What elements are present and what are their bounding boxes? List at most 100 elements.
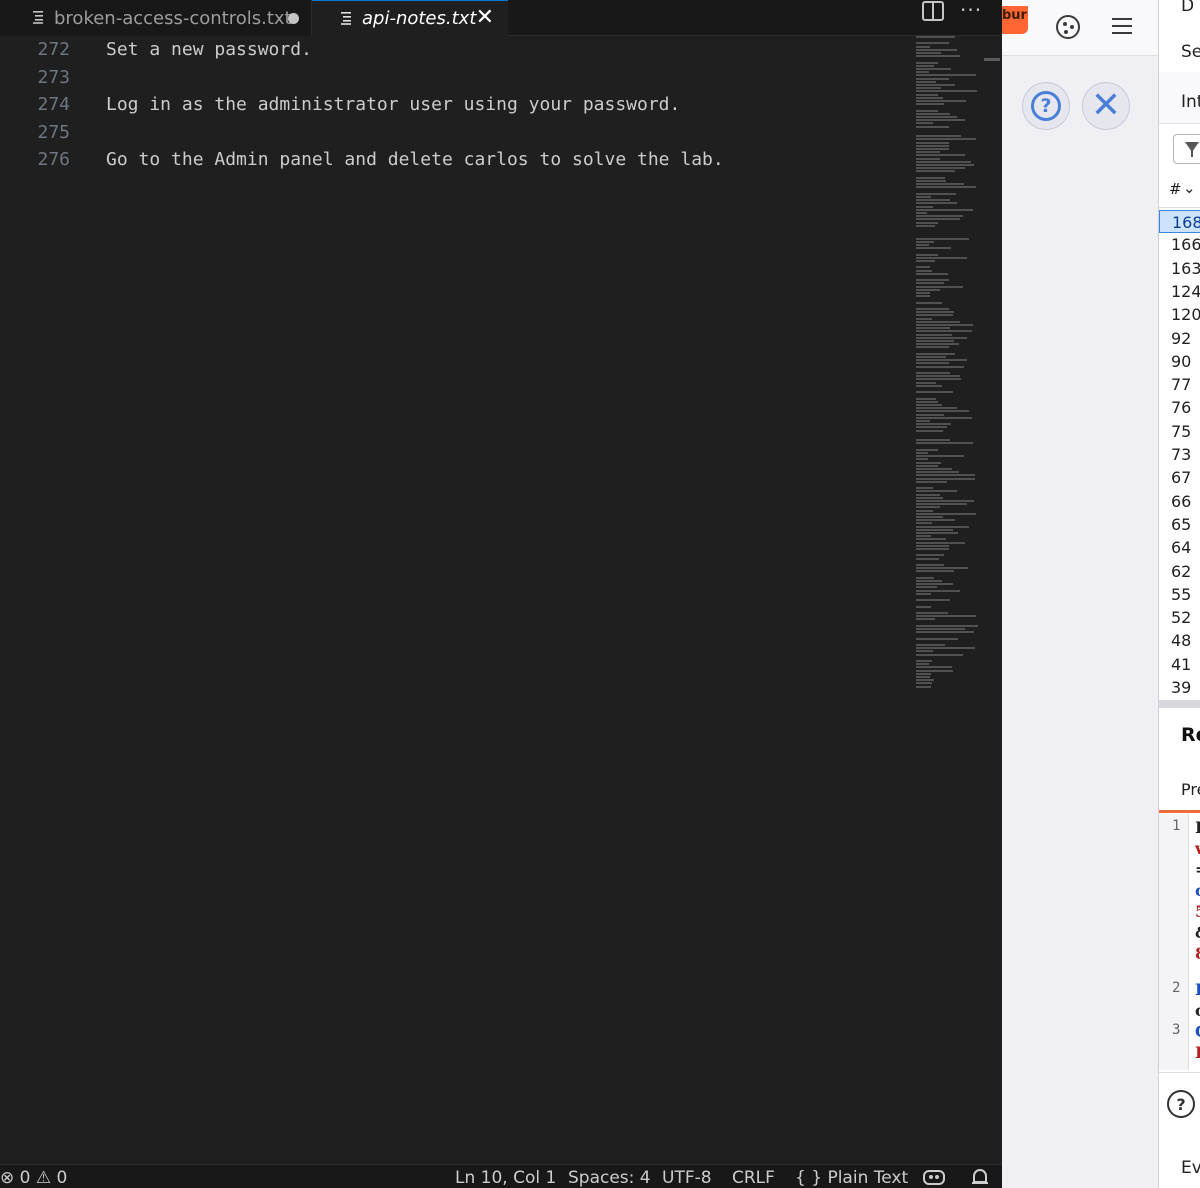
request-row[interactable]: 75: [1159, 420, 1200, 443]
minimap-line: [916, 45, 931, 48]
search-tab[interactable]: Sea: [1181, 42, 1200, 62]
request-row[interactable]: 52: [1159, 606, 1200, 629]
chevron-down-icon[interactable]: ⌄: [1183, 179, 1196, 197]
indentation[interactable]: Spaces: 4: [568, 1167, 651, 1188]
error-count: 0: [19, 1168, 31, 1188]
pretty-tab[interactable]: Pre: [1181, 780, 1200, 799]
request-row[interactable]: 77: [1159, 373, 1200, 396]
request-row[interactable]: 67: [1159, 466, 1200, 489]
request-row[interactable]: 62: [1159, 560, 1200, 583]
code-fragment: 8: [1195, 944, 1200, 963]
minimap-line: [916, 378, 962, 381]
line-number: 273: [37, 67, 70, 88]
cookie-icon[interactable]: [1056, 15, 1080, 39]
minimap-line: [916, 381, 937, 384]
minimap-line: [916, 589, 961, 592]
minimap-line: [916, 100, 967, 102]
panel-divider[interactable]: [1159, 700, 1200, 708]
minimap-line: [916, 650, 934, 653]
minimap-line: [916, 471, 959, 474]
text-line[interactable]: Go to the Admin panel and delete carlos …: [106, 146, 724, 174]
help-button[interactable]: ?: [1022, 82, 1070, 130]
request-row[interactable]: 41: [1159, 653, 1200, 676]
encoding[interactable]: UTF-8: [662, 1167, 712, 1188]
braces-icon: { }: [795, 1168, 823, 1188]
close-icon[interactable]: ✕: [476, 7, 494, 29]
request-row[interactable]: 76: [1159, 396, 1200, 419]
help-icon[interactable]: ?: [1167, 1090, 1195, 1118]
intercept-tab[interactable]: Int: [1181, 92, 1200, 112]
copilot-icon[interactable]: [922, 1167, 946, 1188]
split-editor-icon[interactable]: [922, 1, 944, 21]
minimap-line: [916, 525, 969, 528]
minimap-line: [916, 404, 942, 406]
minimap-line: [916, 215, 963, 218]
request-row[interactable]: 48: [1159, 629, 1200, 652]
minimap-line: [916, 292, 930, 294]
minimap-line: [916, 509, 933, 512]
minimap-line: [916, 487, 933, 490]
minimap-line: [916, 96, 944, 99]
minimap-line: [916, 285, 964, 288]
minimap-line: [916, 666, 952, 669]
minimap-line: [916, 125, 950, 128]
minimap-line: [916, 288, 940, 291]
code-editor-window: broken-access-controls.txt api-notes.txt…: [0, 0, 1002, 1188]
minimap-line: [916, 644, 946, 646]
request-row[interactable]: 166: [1159, 233, 1200, 256]
minimap-line: [916, 208, 973, 211]
minimap-line: [916, 148, 950, 150]
close-button[interactable]: ✕: [1082, 82, 1130, 130]
minimap-line: [916, 442, 973, 445]
minimap-line: [916, 679, 934, 682]
minimap-line: [916, 685, 932, 688]
burp-extension-tab[interactable]: bur: [1002, 6, 1028, 34]
tab-broken-access-controls[interactable]: broken-access-controls.txt: [0, 0, 312, 36]
request-row[interactable]: 65: [1159, 513, 1200, 536]
hamburger-menu-icon[interactable]: [1112, 18, 1132, 34]
minimap-line: [916, 519, 955, 522]
minimap-line: [916, 55, 961, 58]
minimap-line: [916, 580, 943, 582]
request-row[interactable]: 120: [1159, 303, 1200, 326]
minimap-line: [916, 80, 936, 83]
minimap-line: [916, 506, 941, 509]
request-row[interactable]: 168: [1159, 210, 1200, 233]
language-mode[interactable]: { } Plain Text: [795, 1167, 908, 1188]
minimap-line: [916, 663, 929, 666]
request-row[interactable]: 66: [1159, 490, 1200, 513]
request-row[interactable]: 90: [1159, 350, 1200, 373]
request-row[interactable]: 163: [1159, 257, 1200, 280]
request-row[interactable]: 64: [1159, 536, 1200, 559]
request-row[interactable]: 124: [1159, 280, 1200, 303]
question-icon: ?: [1031, 91, 1061, 121]
scrollbar-thumb[interactable]: [984, 58, 1000, 61]
minimap-line: [916, 532, 958, 534]
request-row[interactable]: 55: [1159, 583, 1200, 606]
minimap-line: [916, 631, 974, 634]
request-row[interactable]: 39: [1159, 676, 1200, 694]
column-header[interactable]: # ⌄: [1159, 174, 1200, 208]
problems-indicator[interactable]: ⊗ 0 ⚠ 0: [0, 1167, 67, 1188]
request-row[interactable]: 92: [1159, 327, 1200, 350]
text-line[interactable]: Set a new password.: [106, 36, 312, 64]
request-list[interactable]: 168 166 163 124 120 92 90 77 76 75 73 67 66 65 64 62 55 5…: [1159, 210, 1200, 694]
end-of-line[interactable]: CRLF: [732, 1167, 775, 1188]
minimap[interactable]: [916, 36, 980, 688]
minimap-line: [916, 352, 955, 355]
minimap-line: [916, 548, 949, 550]
bell-icon[interactable]: [970, 1167, 990, 1188]
events-tab[interactable]: Eve: [1181, 1158, 1200, 1178]
cursor-position[interactable]: Ln 10, Col 1: [455, 1167, 556, 1188]
more-actions-icon[interactable]: ···: [960, 0, 982, 20]
minimap-line: [916, 151, 940, 154]
minimap-line: [916, 160, 971, 163]
request-row[interactable]: 73: [1159, 443, 1200, 466]
minimap-line: [916, 612, 949, 614]
tab-api-notes[interactable]: api-notes.txt ✕: [312, 0, 508, 36]
unsaved-dot-icon[interactable]: [288, 13, 299, 24]
minimap-line: [916, 61, 939, 64]
minimap-line: [916, 464, 939, 467]
text-line[interactable]: Log in as the administrator user using y…: [106, 91, 680, 119]
text-file-icon: [341, 12, 351, 25]
